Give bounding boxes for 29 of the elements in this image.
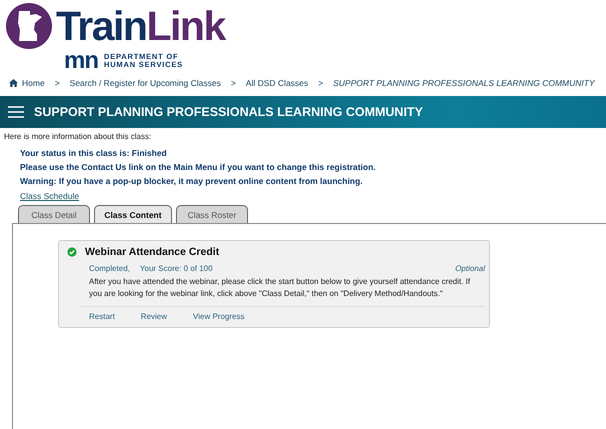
notice-text: Warning: If you have a pop-up blocker, it may prevent online content from launching. (20, 175, 364, 188)
action-link[interactable]: Review (140, 312, 168, 321)
breadcrumb-link[interactable]: SUPPORT PLANNING PROFESSIONALS LEARNING COMMUNITY (333, 78, 595, 88)
breadcrumb-separator: > (230, 78, 236, 88)
home-icon (9, 79, 18, 87)
state-map-icon (6, 3, 52, 49)
breadcrumb-separator: > (54, 78, 60, 88)
breadcrumb-link[interactable]: Search / Register for Upcoming Classes (70, 78, 221, 88)
menu-icon[interactable] (8, 106, 24, 118)
schedule-link[interactable]: Class Schedule (20, 191, 80, 205)
brand-logo: TrainLink (56, 2, 225, 50)
card-description: After you have attended the webinar, please click the start button below to give yourself attendance credit. If you are looking for the webinar link, click above "Class Detail," then on "Delivery Method/Handouts." (89, 276, 472, 300)
tab[interactable]: Class Roster (176, 205, 248, 223)
intro-text: Here is more information about this class: (4, 132, 152, 143)
tab[interactable]: Class Content (94, 205, 172, 223)
optional-label: Optional (455, 264, 485, 273)
tab[interactable]: Class Detail (18, 205, 90, 223)
agency-logo-mark: mn (64, 51, 98, 71)
action-link[interactable]: View Progress (193, 312, 244, 321)
page-title: SUPPORT PLANNING PROFESSIONALS LEARNING COMMUNITY (34, 105, 423, 119)
notice-text: Your status in this class is: Finished (20, 147, 168, 160)
status-text: Completed, (89, 264, 130, 273)
notice-text: Please use the Contact Us link on the Main Menu if you want to change this registration. (20, 161, 377, 174)
action-link[interactable]: Restart (89, 312, 115, 321)
card-title: Webinar Attendance Credit (85, 246, 220, 258)
breadcrumb-link[interactable]: Home (9, 78, 45, 88)
breadcrumb-link[interactable]: All DSD Classes (246, 78, 308, 88)
score-text: Your Score: 0 of 100 (140, 264, 213, 273)
breadcrumb-separator: > (318, 78, 324, 88)
